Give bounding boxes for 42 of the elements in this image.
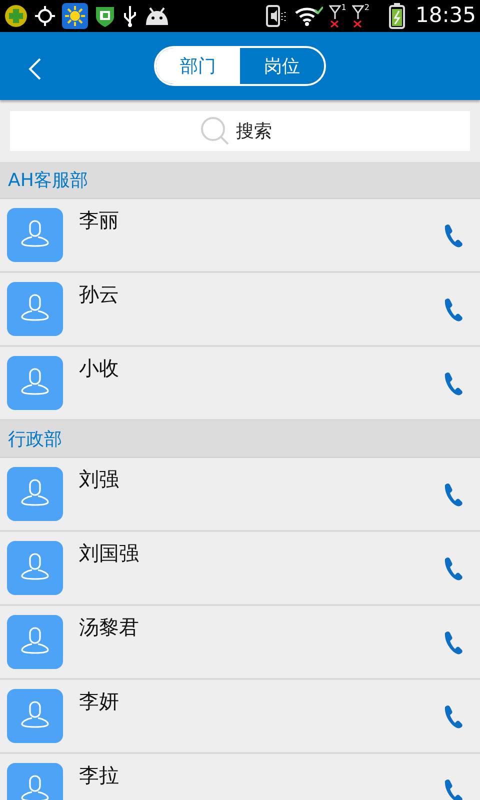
avatar-icon [7, 208, 63, 262]
section-header: AH客服部 [0, 162, 480, 199]
phone-icon[interactable] [442, 297, 464, 323]
contact-name: 李拉 [79, 762, 119, 789]
phone-speaker-icon[interactable] [265, 4, 288, 28]
no-signal-icon[interactable] [329, 4, 342, 28]
location-icon[interactable] [34, 5, 56, 27]
avatar-icon [7, 615, 63, 669]
search-icon [200, 116, 230, 146]
phone-icon[interactable] [442, 630, 464, 656]
contact-name: 小收 [79, 355, 119, 382]
avatar-icon [7, 356, 63, 410]
contact-name: 汤黎君 [79, 614, 139, 641]
contact-name: 孙云 [79, 281, 119, 308]
avatar-icon [7, 282, 63, 336]
battery-icon[interactable] [389, 3, 406, 29]
tab[interactable]: 部门 [156, 48, 240, 84]
phone-icon[interactable] [442, 482, 464, 508]
contact-name: 李妍 [79, 688, 119, 715]
sim-number: 1 [341, 4, 346, 12]
phone-icon[interactable] [442, 223, 464, 249]
search-field[interactable]: 搜索 [236, 118, 280, 144]
usb-icon[interactable] [122, 4, 138, 28]
avatar-icon [7, 689, 63, 743]
sim-number: 2 [364, 4, 370, 12]
avatar-icon [7, 541, 63, 595]
phone-icon[interactable] [442, 704, 464, 730]
section-header: 行政部 [0, 421, 480, 458]
android-icon[interactable] [144, 5, 170, 27]
contact-name: 李丽 [79, 207, 119, 234]
phone-icon[interactable] [442, 556, 464, 582]
contact-name: 刘国强 [79, 540, 139, 567]
clock-time: 18:35 [415, 2, 476, 30]
avatar-icon [7, 467, 63, 521]
no-signal-icon[interactable] [352, 4, 364, 28]
phone-icon[interactable] [442, 371, 464, 397]
contact-name: 刘强 [79, 466, 119, 493]
sun-icon[interactable] [62, 3, 88, 29]
phone-icon[interactable] [442, 778, 464, 800]
app-icon[interactable] [4, 4, 28, 28]
shield-icon[interactable] [94, 4, 116, 28]
wifi-icon[interactable] [293, 5, 324, 27]
